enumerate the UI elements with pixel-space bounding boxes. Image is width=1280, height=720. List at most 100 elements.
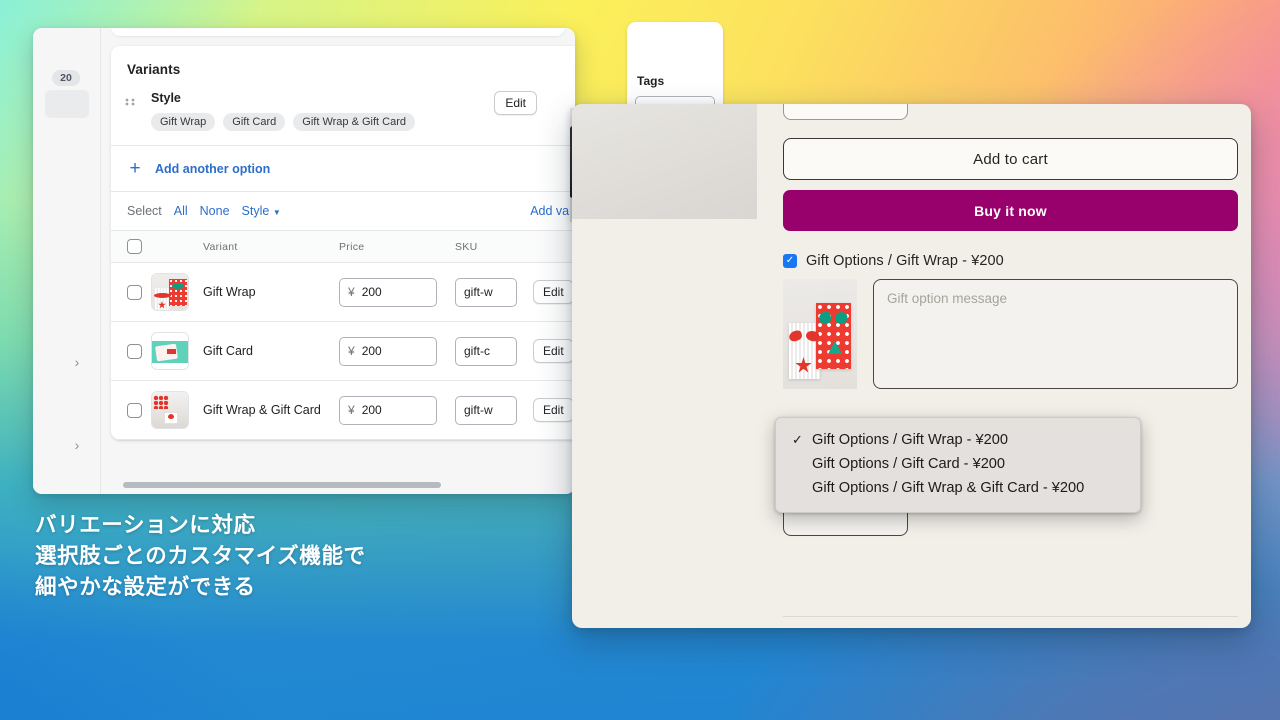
caption-line-2: 選択肢ごとのカスタマイズ機能で	[35, 544, 366, 570]
option-value-pills: Gift Wrap Gift Card Gift Wrap & Gift Car…	[151, 113, 575, 131]
header-variant: Variant	[203, 230, 339, 263]
variants-card-title: Variants	[127, 62, 181, 77]
row-edit-cell: Edit	[533, 262, 575, 322]
table-row: Gift Wrap & Gift Card ¥ 200 gift-w Edit	[111, 380, 575, 440]
tags-card-stub	[627, 22, 723, 30]
add-variant-link[interactable]: Add varia	[530, 204, 575, 218]
gift-option-dropdown[interactable]: ✓ Gift Options / Gift Wrap - ¥200 Gift O…	[775, 417, 1141, 513]
add-another-option-row[interactable]: + Add another option	[111, 146, 575, 192]
variant-name: Gift Card	[203, 344, 254, 358]
currency-symbol: ¥	[348, 285, 355, 299]
row-edit-button[interactable]: Edit	[533, 339, 574, 363]
admin-window: 20 › › Variants Style Gift Wrap Gift Car…	[33, 28, 575, 494]
accordion-ingredients[interactable]: Ingredients	[783, 616, 1238, 628]
variant-name: Gift Wrap	[203, 285, 256, 299]
gift-teal-bow	[819, 312, 847, 325]
row-variant-cell: Gift Card	[203, 321, 339, 381]
sidebar-expand-chevron-1[interactable]: ›	[75, 354, 80, 370]
row-sku-cell: gift-c	[455, 321, 533, 381]
sku-input[interactable]: gift-w	[455, 395, 517, 425]
horizontal-scrollbar[interactable]	[123, 482, 441, 488]
variants-table: Variant Price SKU Gift Wrap ¥ 200 gift-w…	[111, 230, 575, 440]
table-header-row: Variant Price SKU	[111, 230, 575, 263]
row-edit-cell: Edit	[533, 380, 575, 440]
dropdown-option-label: Gift Options / Gift Wrap & Gift Card - ¥…	[812, 480, 1085, 496]
select-all-link[interactable]: All	[174, 204, 188, 218]
admin-sidebar: 20 › ›	[33, 28, 101, 494]
storefront-product-image	[572, 104, 757, 219]
tags-title: Tags	[637, 74, 665, 88]
gift-red-bow	[789, 331, 819, 342]
select-all-checkbox[interactable]	[127, 239, 142, 254]
row-image-cell	[151, 321, 203, 381]
price-input[interactable]: ¥ 200	[339, 395, 437, 425]
table-row: Gift Wrap ¥ 200 gift-w Edit	[111, 262, 575, 322]
variant-name: Gift Wrap & Gift Card	[203, 403, 321, 417]
row-price-cell: ¥ 200	[339, 321, 455, 381]
row-select-cell	[111, 321, 151, 381]
sidebar-expand-chevron-2[interactable]: ›	[75, 437, 80, 453]
drag-handle-icon[interactable]	[125, 91, 143, 111]
header-price: Price	[339, 230, 455, 263]
row-sku-cell: gift-w	[455, 380, 533, 440]
variant-thumbnail	[151, 273, 189, 311]
header-actions	[533, 230, 575, 263]
add-to-cart-button[interactable]: Add to cart	[783, 138, 1238, 180]
sidebar-count-badge: 20	[52, 70, 80, 86]
row-edit-button[interactable]: Edit	[533, 280, 574, 304]
price-value: 200	[361, 285, 382, 299]
variant-select-bar: Select All None Style ▼ Add varia	[111, 192, 575, 230]
row-variant-cell: Gift Wrap	[203, 262, 339, 322]
gift-option-label: Gift Options / Gift Wrap - ¥200	[806, 253, 1004, 269]
row-image-cell	[151, 380, 203, 440]
price-input[interactable]: ¥ 200	[339, 336, 437, 366]
variant-thumbnail	[151, 391, 189, 429]
select-none-link[interactable]: None	[200, 204, 230, 218]
quantity-stepper[interactable]: – +	[783, 104, 908, 120]
row-checkbox[interactable]	[127, 402, 142, 418]
option-pill: Gift Wrap	[151, 113, 216, 131]
variant-thumbnail	[151, 332, 189, 370]
storefront-window: – + Add to cart Buy it now ✓ Gift Option…	[572, 104, 1251, 628]
dropdown-option-label: Gift Options / Gift Wrap - ¥200	[812, 432, 1009, 448]
sku-input[interactable]: gift-c	[455, 336, 517, 366]
row-checkbox[interactable]	[127, 343, 142, 359]
header-sku: SKU	[455, 230, 533, 263]
header-image	[151, 230, 203, 263]
select-group-style-dropdown[interactable]: Style ▼	[242, 204, 281, 218]
gift-message-textarea[interactable]: Gift option message	[873, 279, 1238, 389]
buy-it-now-button[interactable]: Buy it now	[783, 190, 1238, 231]
currency-symbol: ¥	[348, 344, 355, 358]
gift-option-checkbox[interactable]: ✓	[783, 254, 797, 268]
option-pill: Gift Wrap & Gift Card	[293, 113, 415, 131]
price-value: 200	[361, 344, 382, 358]
caption-line-3: 細やかな設定ができる	[35, 575, 256, 601]
price-input[interactable]: ¥ 200	[339, 277, 437, 307]
dropdown-option[interactable]: ✓ Gift Options / Gift Wrap - ¥200	[776, 428, 1140, 452]
row-price-cell: ¥ 200	[339, 262, 455, 322]
sku-input[interactable]: gift-w	[455, 277, 517, 307]
option-row-style: Style Gift Wrap Gift Card Gift Wrap & Gi…	[111, 89, 575, 146]
dropdown-option[interactable]: Gift Options / Gift Wrap & Gift Card - ¥…	[776, 476, 1140, 500]
row-select-cell	[111, 262, 151, 322]
row-edit-cell: Edit	[533, 321, 575, 381]
row-checkbox[interactable]	[127, 284, 142, 300]
gift-option-row[interactable]: ✓ Gift Options / Gift Wrap - ¥200	[783, 253, 1238, 269]
row-sku-cell: gift-w	[455, 262, 533, 322]
dropdown-option[interactable]: Gift Options / Gift Card - ¥200	[776, 452, 1140, 476]
promo-caption: バリエーションに対応 選択肢ごとのカスタマイズ機能で 細やかな設定ができる	[35, 510, 366, 604]
quantity-decrease-button[interactable]: –	[796, 104, 803, 107]
row-image-cell	[151, 262, 203, 322]
sidebar-placeholder-item[interactable]	[45, 90, 89, 118]
check-icon: ✓	[792, 432, 803, 447]
quantity-increase-button[interactable]: +	[887, 104, 895, 107]
row-edit-button[interactable]: Edit	[533, 398, 574, 422]
plus-icon: +	[129, 158, 141, 179]
edit-option-button[interactable]: Edit	[494, 91, 537, 115]
chevron-down-icon: ▼	[272, 208, 281, 217]
gift-option-detail-row: Gift option message	[783, 279, 1238, 389]
row-price-cell: ¥ 200	[339, 380, 455, 440]
currency-symbol: ¥	[348, 403, 355, 417]
select-group-label: Style	[241, 204, 270, 218]
price-value: 200	[361, 403, 382, 417]
